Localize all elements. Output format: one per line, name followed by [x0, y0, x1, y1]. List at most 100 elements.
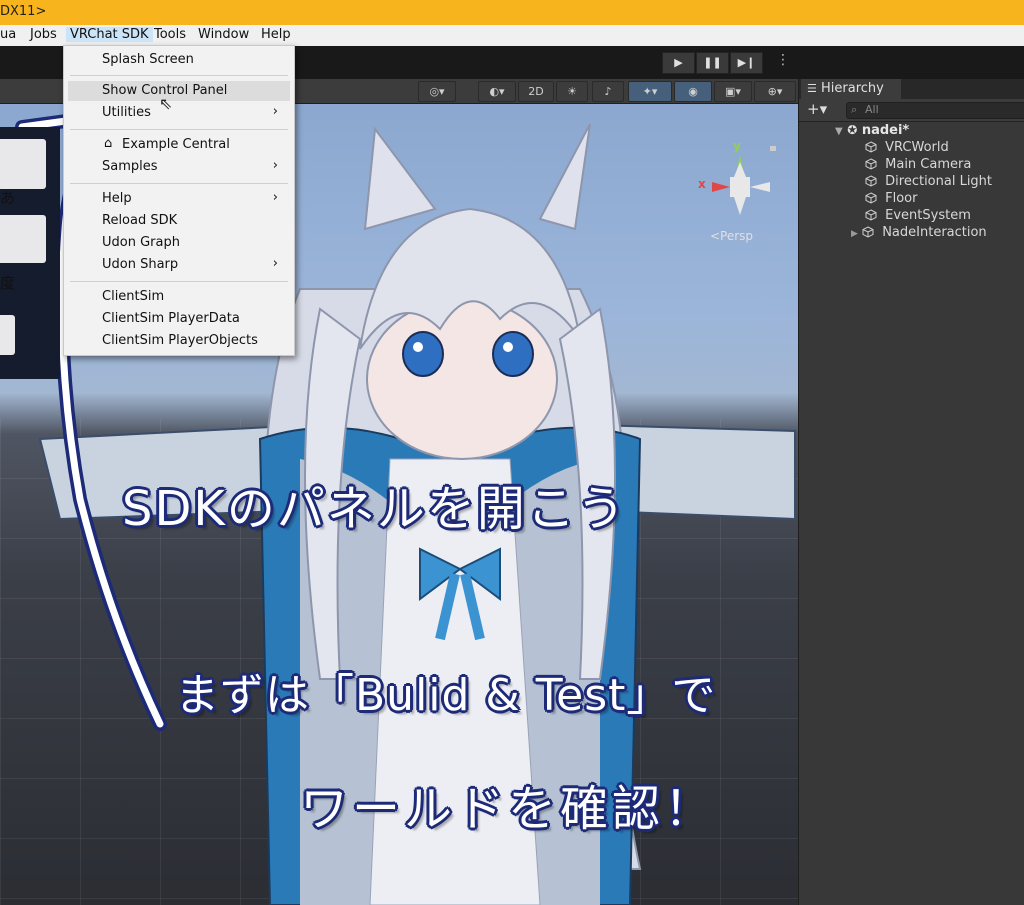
hierarchy-tab-bar: ☰ Hierarchy: [799, 79, 1024, 99]
hierarchy-item-vrcworld[interactable]: VRCWorld: [865, 139, 949, 156]
eye-off-icon: ◉: [688, 85, 698, 98]
menu-vrchat-sdk[interactable]: VRChat SDK: [66, 27, 153, 42]
menu-item-reload-sdk[interactable]: Reload SDK: [102, 211, 177, 231]
hierarchy-tab[interactable]: ☰ Hierarchy: [801, 79, 901, 99]
light-icon: ☀: [567, 85, 577, 98]
gameobject-cube-icon: [862, 226, 874, 238]
menu-separator: [70, 75, 288, 76]
play-icon: ▶: [674, 56, 683, 69]
menu-item-udon-sharp[interactable]: Udon Sharp: [102, 255, 178, 275]
hierarchy-item-main-camera[interactable]: Main Camera: [865, 156, 971, 173]
left-panel-box-3: [0, 315, 15, 355]
menu-item-samples[interactable]: Samples: [102, 157, 158, 177]
gameobject-cube-icon: [865, 141, 877, 153]
hierarchy-tab-label: Hierarchy: [821, 81, 884, 96]
hierarchy-item-nadeinteraction[interactable]: ▶ NadeInteraction: [851, 224, 987, 241]
vrchat-sdk-dropdown-menu: Splash Screen Show Control Panel Utiliti…: [63, 45, 295, 356]
gizmos-icon: ⊕▾: [767, 85, 783, 98]
scene-name: nadei*: [861, 123, 910, 138]
submenu-arrow-icon: ›: [272, 256, 278, 271]
hierarchy-item-label: Main Camera: [885, 157, 972, 172]
list-icon: ☰: [807, 82, 817, 95]
shading-mode-button[interactable]: ◐▾: [478, 81, 516, 102]
left-panel-box-2: [0, 215, 46, 263]
submenu-arrow-icon: ›: [272, 104, 278, 119]
create-add-button[interactable]: +▾: [807, 100, 827, 118]
left-panel-text-1: あ: [0, 189, 16, 207]
hierarchy-item-directional-light[interactable]: Directional Light: [865, 173, 992, 190]
menu-separator: [70, 281, 288, 282]
gizmos-button[interactable]: ⊕▾: [754, 81, 796, 102]
menu-lua[interactable]: ua: [0, 27, 20, 42]
gameobject-cube-icon: [865, 209, 877, 221]
gizmo-y-label: y: [733, 139, 741, 153]
unity-scene-icon: ✪: [847, 123, 858, 137]
hierarchy-toolbar: +▾ ⌕ All: [799, 99, 1024, 122]
menu-item-udon-graph[interactable]: Udon Graph: [102, 233, 180, 253]
search-placeholder: All: [865, 103, 879, 116]
effects-toggle-button[interactable]: ✦▾: [628, 81, 672, 102]
menu-jobs[interactable]: Jobs: [26, 27, 61, 42]
expand-arrow-icon[interactable]: ▼: [835, 126, 843, 137]
window-title: DX11>: [0, 4, 47, 19]
menu-bar: ua Jobs VRChat SDK Tools Window Help: [0, 25, 1024, 46]
hierarchy-item-eventsystem[interactable]: EventSystem: [865, 207, 971, 224]
orientation-gizmo[interactable]: y x <Persp: [690, 137, 798, 257]
menu-item-utilities[interactable]: Utilities: [102, 103, 151, 123]
menu-separator: [70, 129, 288, 130]
hierarchy-item-label: VRCWorld: [885, 140, 949, 155]
menu-window[interactable]: Window: [194, 27, 253, 42]
submenu-arrow-icon: ›: [272, 190, 278, 205]
2d-toggle-button[interactable]: 2D: [518, 81, 554, 102]
title-bar: DX11>: [0, 0, 1024, 25]
scene-root-row[interactable]: ▼ ✪ nadei*: [835, 122, 909, 139]
shading-icon: ◐▾: [489, 85, 505, 98]
audio-toggle-button[interactable]: ♪: [592, 81, 624, 102]
submenu-arrow-icon: ›: [272, 158, 278, 173]
menu-item-splash-screen[interactable]: Splash Screen: [102, 50, 194, 70]
menu-item-clientsim-playerdata[interactable]: ClientSim PlayerData: [102, 309, 240, 329]
hierarchy-item-label: Floor: [885, 191, 918, 206]
gameobject-cube-icon: [865, 192, 877, 204]
overlay-line-2: まずは「Bulid & Test」で: [175, 670, 717, 721]
pause-button[interactable]: ❚❚: [696, 52, 729, 74]
left-panel-box-1: [0, 139, 46, 189]
gameobject-cube-icon: [865, 175, 877, 187]
menu-item-example-central[interactable]: Example Central: [122, 135, 230, 155]
overlay-line-1: SDKのパネルを開こう: [122, 481, 627, 537]
overlay-line-3: ワールドを確認！: [300, 781, 717, 837]
mouse-cursor-icon: ⇖: [159, 94, 173, 113]
left-panel-text-2: 度: [0, 274, 16, 292]
menu-item-clientsim-playerobjects[interactable]: ClientSim PlayerObjects: [102, 331, 258, 351]
step-icon: ▶❙: [737, 56, 756, 69]
effects-icon: ✦▾: [642, 85, 658, 98]
search-icon: ⌕: [851, 103, 858, 116]
lighting-toggle-button[interactable]: ☀: [556, 81, 588, 102]
expand-arrow-icon[interactable]: ▶: [851, 229, 858, 239]
menu-separator: [70, 183, 288, 184]
hierarchy-item-floor[interactable]: Floor: [865, 190, 917, 207]
play-button[interactable]: ▶: [662, 52, 695, 74]
more-options-icon[interactable]: ⋮: [776, 52, 790, 68]
audio-icon: ♪: [604, 85, 612, 98]
gizmo-x-label: x: [698, 177, 706, 191]
camera-icon: ▣▾: [725, 85, 741, 98]
menu-item-clientsim[interactable]: ClientSim: [102, 287, 164, 307]
hierarchy-item-label: Directional Light: [885, 174, 993, 189]
menu-tools[interactable]: Tools: [150, 27, 190, 42]
left-ui-panel: あ 度: [0, 127, 60, 379]
hierarchy-item-label: NadeInteraction: [882, 225, 987, 240]
gizmo-draw-mode-button[interactable]: ◎▾: [418, 81, 456, 102]
pause-icon: ❚❚: [703, 56, 722, 69]
persp-label[interactable]: <Persp: [710, 229, 753, 243]
gameobject-cube-icon: [865, 158, 877, 170]
hierarchy-search-input[interactable]: ⌕ All: [846, 102, 1024, 119]
camera-settings-button[interactable]: ▣▾: [714, 81, 752, 102]
draw-mode-icon: ◎▾: [429, 85, 445, 98]
visibility-toggle-button[interactable]: ◉: [674, 81, 712, 102]
menu-item-help[interactable]: Help: [102, 189, 132, 209]
home-icon: ⌂: [104, 136, 113, 151]
step-button[interactable]: ▶❙: [730, 52, 763, 74]
menu-help[interactable]: Help: [257, 27, 295, 42]
hierarchy-panel: ☰ Hierarchy +▾ ⌕ All ▼ ✪ nadei* VRCWorld…: [799, 79, 1024, 905]
